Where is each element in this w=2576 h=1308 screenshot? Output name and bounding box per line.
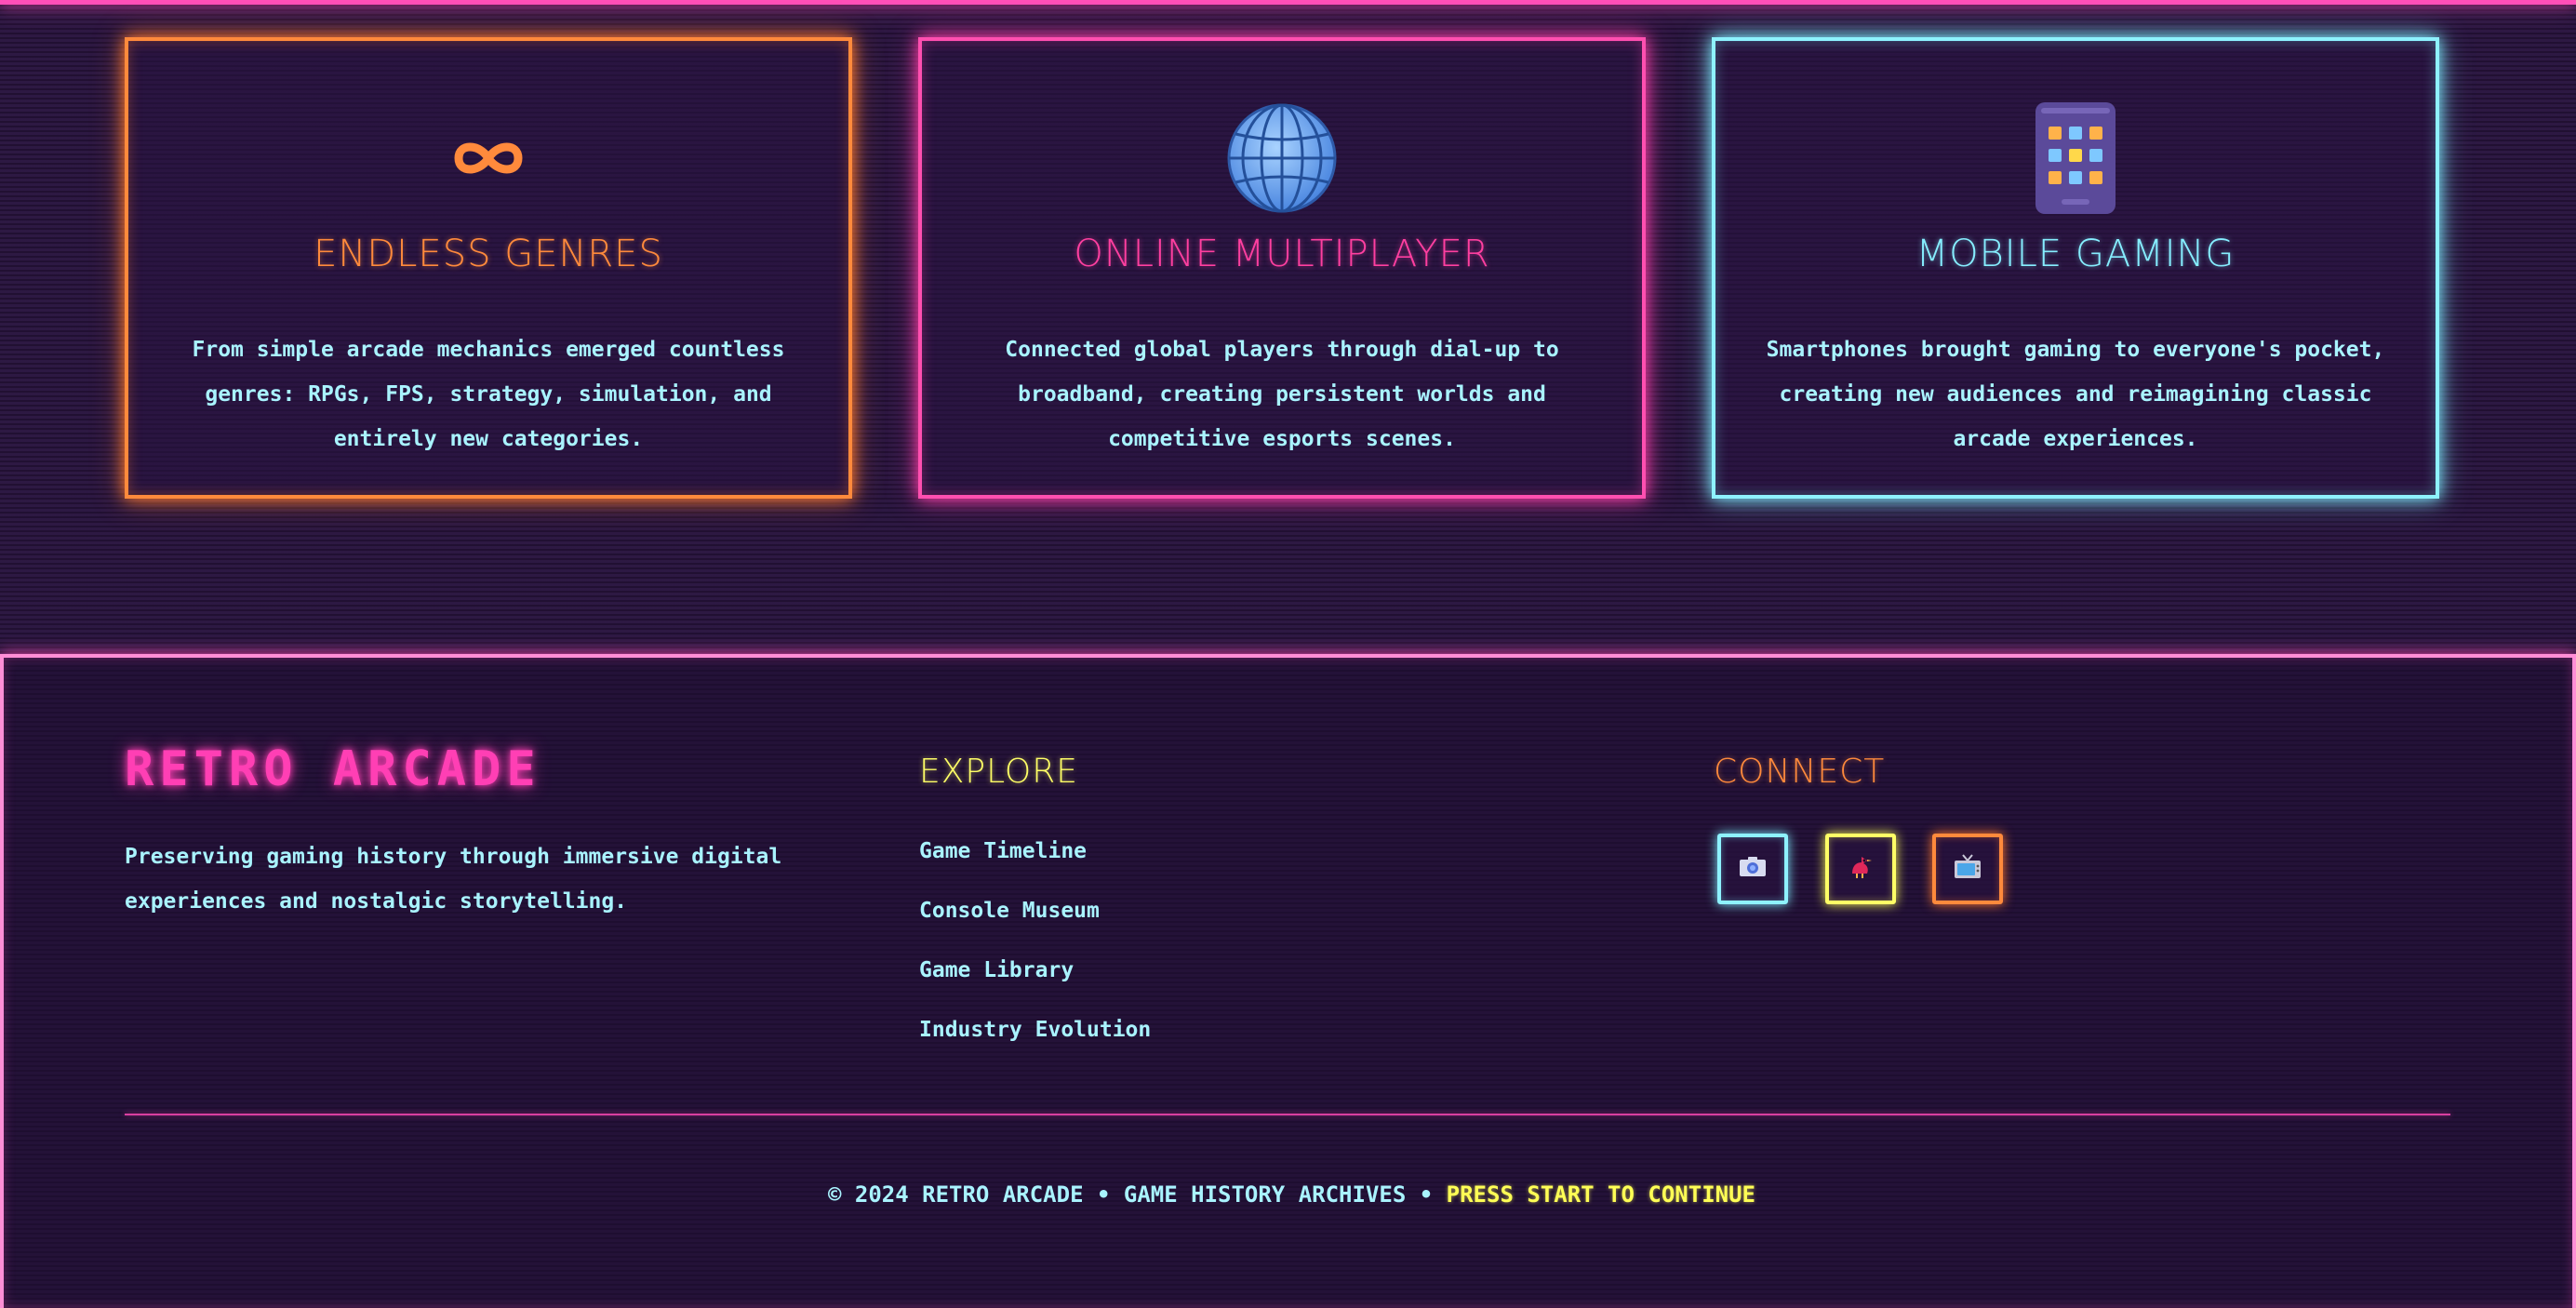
link-industry-evolution[interactable]: Industry Evolution bbox=[919, 1018, 1151, 1042]
top-neon-divider bbox=[0, 0, 2576, 5]
feature-description: Connected global players through dial-up… bbox=[1005, 338, 1559, 451]
copyright-text: © 2024 RETRO ARCADE • GAME HISTORY ARCHI… bbox=[827, 1181, 1447, 1208]
infinity-icon bbox=[128, 100, 848, 216]
bird-icon bbox=[1847, 853, 1875, 885]
link-game-library[interactable]: Game Library bbox=[919, 958, 1074, 982]
television-icon bbox=[1954, 854, 1982, 884]
footer-tagline: Preserving gaming history through immers… bbox=[125, 845, 782, 914]
feature-title: MOBILE GAMING bbox=[1915, 233, 2236, 275]
social-tv-button[interactable] bbox=[1932, 834, 2003, 904]
explore-link-item: Console Museum bbox=[919, 894, 1151, 954]
explore-links-list: Game Timeline Console Museum Game Librar… bbox=[919, 834, 1151, 1073]
link-game-timeline[interactable]: Game Timeline bbox=[919, 839, 1087, 863]
globe-icon bbox=[922, 100, 1642, 216]
footer-copyright: © 2024 RETRO ARCADE • GAME HISTORY ARCHI… bbox=[4, 1181, 2576, 1208]
feature-card-mobile-gaming: MOBILE GAMING Smartphones brought gaming… bbox=[1712, 37, 2439, 499]
explore-link-item: Industry Evolution bbox=[919, 1013, 1151, 1073]
features-section: ENDLESS GENRES From simple arcade mechan… bbox=[125, 37, 2450, 504]
explore-heading: EXPLORE bbox=[919, 753, 1078, 791]
feature-card-online-multiplayer: ONLINE MULTIPLAYER Connected global play… bbox=[918, 37, 1646, 499]
feature-card-endless-genres: ENDLESS GENRES From simple arcade mechan… bbox=[125, 37, 852, 499]
footer-divider bbox=[125, 1114, 2450, 1115]
link-console-museum[interactable]: Console Museum bbox=[919, 899, 1100, 923]
connect-heading: CONNECT bbox=[1714, 753, 1886, 791]
site-footer: RETRO ARCADE Preserving gaming history t… bbox=[0, 654, 2576, 1308]
explore-link-item: Game Timeline bbox=[919, 834, 1151, 894]
mobile-phone-icon bbox=[1715, 100, 2436, 216]
feature-description: From simple arcade mechanics emerged cou… bbox=[192, 338, 785, 451]
feature-title: ENDLESS GENRES bbox=[314, 233, 663, 275]
feature-title: ONLINE MULTIPLAYER bbox=[1074, 233, 1490, 275]
explore-link-item: Game Library bbox=[919, 954, 1151, 1013]
footer-brand-logo[interactable]: RETRO ARCADE bbox=[125, 741, 541, 797]
press-start-text: PRESS START TO CONTINUE bbox=[1446, 1181, 1755, 1208]
social-camera-button[interactable] bbox=[1717, 834, 1788, 904]
feature-description: Smartphones brought gaming to everyone's… bbox=[1766, 338, 2385, 451]
social-bird-button[interactable] bbox=[1825, 834, 1896, 904]
camera-icon bbox=[1739, 857, 1767, 881]
